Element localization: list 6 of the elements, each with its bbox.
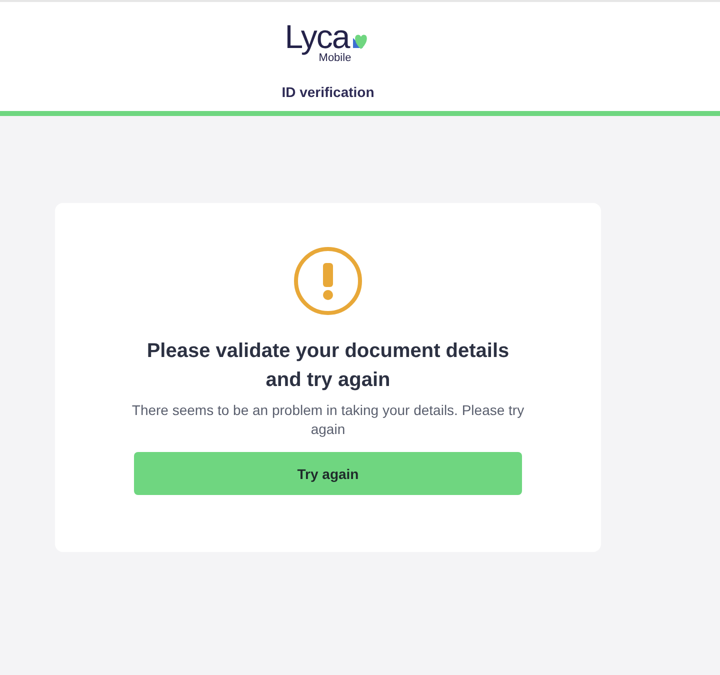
page-title: ID verification	[282, 84, 374, 100]
warning-icon	[292, 245, 364, 317]
logo-subtitle: Mobile	[318, 52, 352, 64]
error-heading: Please validate your document details and try again	[146, 339, 510, 393]
try-again-button[interactable]: Try again	[134, 452, 522, 495]
error-message: There seems to be an problem in taking your details. Please try again	[130, 401, 526, 439]
